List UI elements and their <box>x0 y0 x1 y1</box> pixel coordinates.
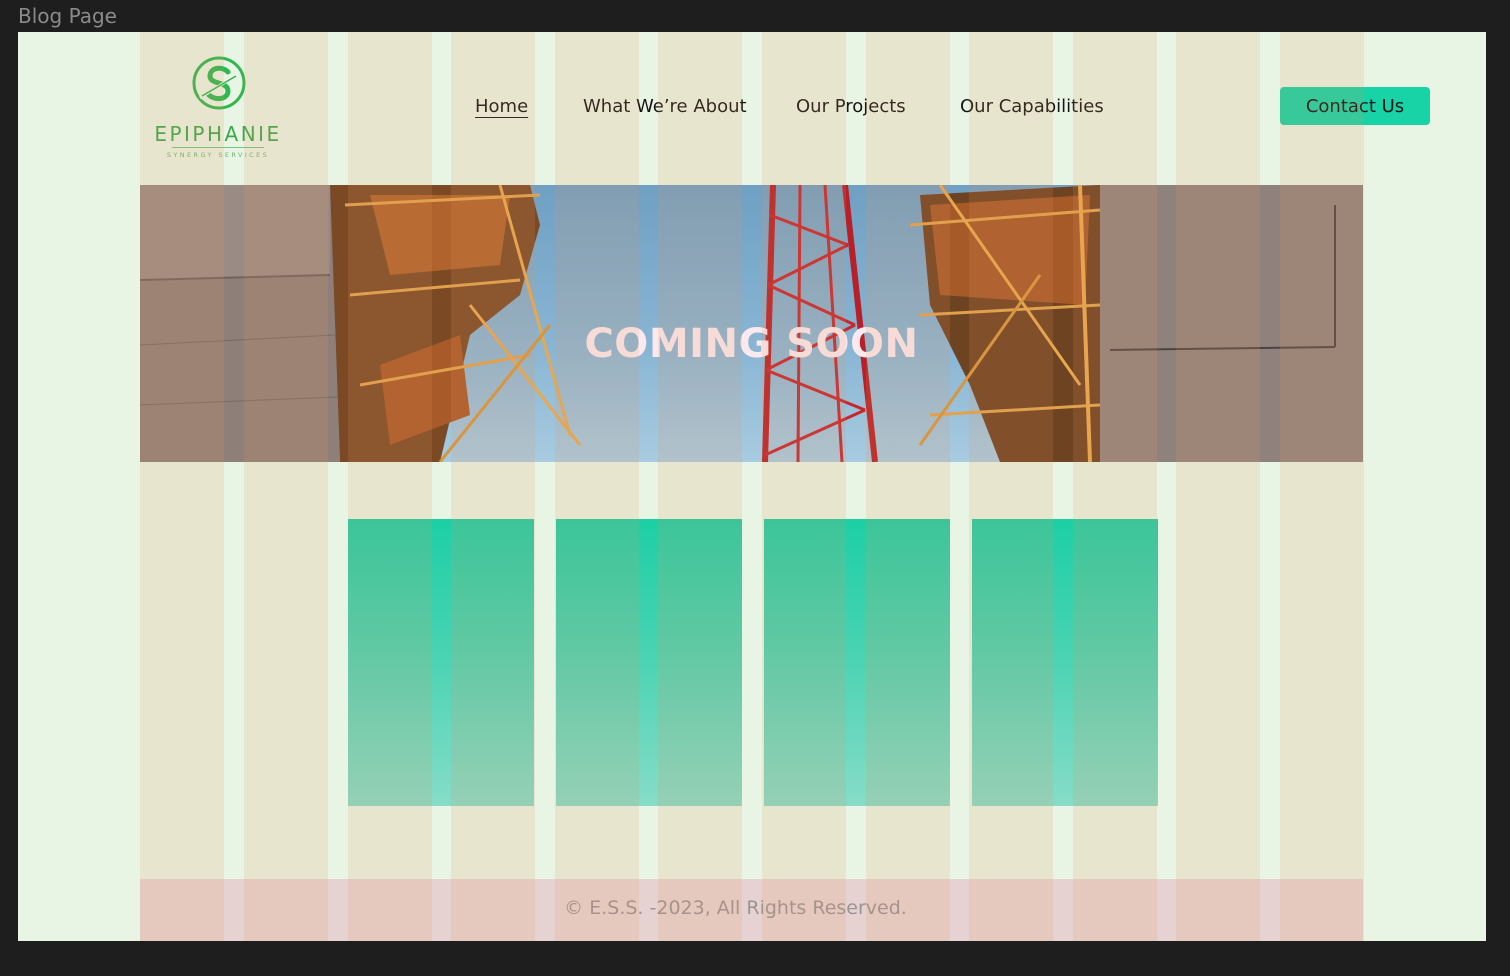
logo-mark-icon <box>192 56 246 110</box>
blog-page-frame: EPIPHANIE SYNERGY SERVICES Home What We’… <box>18 32 1486 941</box>
layout-grid-overlay <box>18 32 1486 941</box>
footer: © E.S.S. -2023, All Rights Reserved. <box>140 879 1363 941</box>
hero-banner: COMING SOON <box>140 185 1363 462</box>
blog-card-2[interactable] <box>556 519 742 806</box>
logo-name: EPIPHANIE <box>154 122 282 146</box>
logo-tagline: SYNERGY SERVICES <box>166 151 270 159</box>
blog-card-3[interactable] <box>764 519 950 806</box>
blog-card-4[interactable] <box>972 519 1158 806</box>
footer-copyright: © E.S.S. -2023, All Rights Reserved. <box>564 897 907 919</box>
nav-item-capabilities[interactable]: Our Capabilities <box>960 96 1104 117</box>
nav-item-about[interactable]: What We’re About <box>583 96 747 117</box>
logo[interactable]: EPIPHANIE SYNERGY SERVICES <box>150 54 286 164</box>
grid-column <box>1176 32 1260 941</box>
hero-title: COMING SOON <box>584 321 919 367</box>
nav-item-home[interactable]: Home <box>475 96 528 117</box>
nav-item-projects[interactable]: Our Projects <box>796 96 906 117</box>
blog-card-1[interactable] <box>348 519 534 806</box>
grid-column <box>1280 32 1364 941</box>
frame-label: Blog Page <box>18 4 117 28</box>
logo-divider <box>172 147 264 148</box>
contact-us-button[interactable]: Contact Us <box>1280 87 1430 125</box>
grid-column <box>244 32 328 941</box>
grid-column <box>140 32 224 941</box>
